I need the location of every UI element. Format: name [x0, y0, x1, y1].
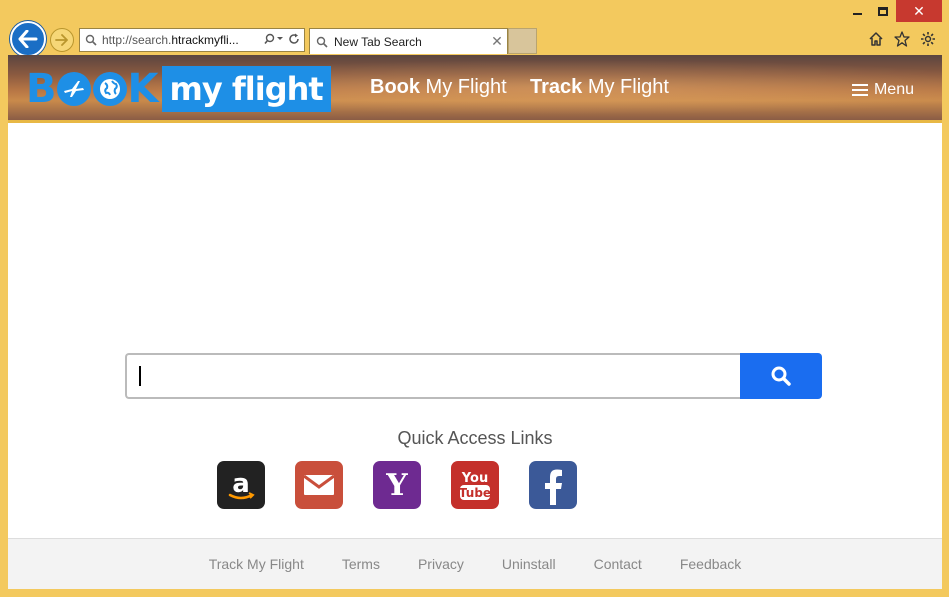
- svg-text:You: You: [461, 471, 488, 486]
- amazon-icon[interactable]: a: [217, 461, 265, 509]
- address-url[interactable]: http://search.htrackmyfli...: [102, 33, 264, 47]
- tab-new-tab-search[interactable]: New Tab Search ✕: [309, 28, 508, 54]
- nav-track-my-flight[interactable]: Track My Flight: [530, 76, 669, 99]
- browser-window: ✕ http://search.htrackmyfli... New Tab S…: [0, 0, 949, 597]
- star-icon[interactable]: [893, 30, 911, 48]
- hamburger-icon: [851, 84, 868, 96]
- footer-link-terms[interactable]: Terms: [342, 556, 380, 572]
- logo-letter-b: B: [26, 66, 56, 112]
- site-footer: Track My Flight Terms Privacy Uninstall …: [8, 538, 942, 589]
- site-header: B K my flight Book My Flight Track My Fl…: [8, 55, 942, 123]
- page-icon: [80, 34, 102, 46]
- menu-label: Menu: [873, 81, 914, 98]
- svg-text:Y: Y: [385, 468, 408, 502]
- facebook-icon[interactable]: [529, 461, 577, 509]
- maximize-button[interactable]: [870, 0, 896, 22]
- search-button[interactable]: [740, 353, 822, 399]
- gear-icon[interactable]: [919, 30, 937, 48]
- new-tab-button[interactable]: [508, 28, 537, 54]
- svg-text:Tube: Tube: [459, 486, 491, 500]
- close-tab-icon[interactable]: ✕: [487, 33, 507, 50]
- footer-link-privacy[interactable]: Privacy: [418, 556, 464, 572]
- search-bar: [125, 353, 822, 399]
- footer-link-contact[interactable]: Contact: [594, 556, 642, 572]
- yahoo-icon[interactable]: Y: [373, 461, 421, 509]
- plane-icon: [56, 72, 91, 106]
- back-button[interactable]: [10, 21, 46, 57]
- tab-title: New Tab Search: [334, 34, 422, 49]
- home-icon[interactable]: [867, 30, 885, 48]
- globe-icon: [92, 72, 127, 106]
- nav-book-my-flight[interactable]: Book My Flight: [370, 76, 507, 99]
- arrow-right-icon: [55, 34, 68, 46]
- close-window-button[interactable]: ✕: [896, 0, 942, 22]
- menu-button[interactable]: Menu: [851, 81, 914, 99]
- quick-access-title: Quick Access Links: [397, 428, 553, 448]
- minimize-button[interactable]: [844, 0, 870, 22]
- youtube-icon[interactable]: You Tube: [451, 461, 499, 509]
- search-icon: [771, 366, 791, 386]
- refresh-icon[interactable]: [288, 33, 300, 48]
- address-bar[interactable]: http://search.htrackmyfli...: [79, 28, 305, 52]
- gmail-icon[interactable]: [295, 461, 343, 509]
- logo-letter-k: K: [127, 66, 159, 112]
- footer-link-feedback[interactable]: Feedback: [680, 556, 741, 572]
- page-content: B K my flight Book My Flight Track My Fl…: [8, 55, 942, 589]
- quick-access-links: a Y You Tube: [217, 461, 577, 509]
- svg-text:a: a: [232, 469, 250, 499]
- logo-my-flight: my flight: [161, 66, 331, 112]
- text-cursor: [139, 366, 141, 386]
- arrow-left-icon: [18, 30, 38, 48]
- site-logo[interactable]: B K my flight: [26, 65, 331, 113]
- footer-link-track-my-flight[interactable]: Track My Flight: [209, 556, 304, 572]
- search-input[interactable]: [125, 353, 740, 399]
- search-icon: [310, 36, 334, 48]
- forward-button[interactable]: [50, 28, 74, 52]
- search-dropdown-icon[interactable]: [264, 33, 284, 48]
- footer-link-uninstall[interactable]: Uninstall: [502, 556, 556, 572]
